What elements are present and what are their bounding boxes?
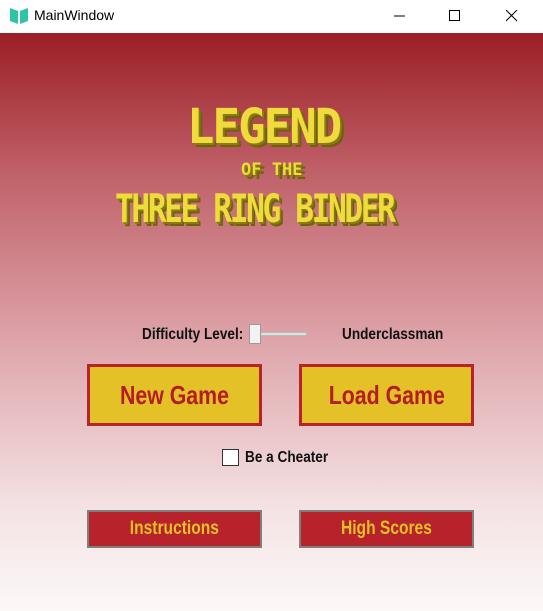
cheater-label[interactable]: Be a Cheater — [245, 449, 328, 467]
close-icon — [506, 10, 518, 22]
difficulty-slider[interactable] — [249, 323, 307, 345]
window-title: MainWindow — [34, 7, 115, 23]
load-game-label: Load Game — [328, 379, 445, 410]
high-scores-label: High Scores — [341, 518, 432, 539]
app-logo-icon — [10, 8, 28, 24]
difficulty-value: Underclassman — [342, 326, 444, 343]
high-scores-button[interactable]: High Scores — [299, 510, 474, 548]
new-game-button[interactable]: New Game — [87, 364, 262, 426]
logo-title-legend: LEGEND — [187, 99, 342, 155]
minimize-icon — [394, 15, 405, 17]
slider-handle[interactable] — [249, 324, 261, 344]
maximize-button[interactable] — [432, 0, 478, 33]
load-game-button[interactable]: Load Game — [299, 364, 474, 426]
cheater-checkbox[interactable] — [222, 449, 239, 466]
game-menu: LEGEND OF THE THREE RING BINDER Difficul… — [0, 33, 543, 611]
title-bar[interactable]: MainWindow — [0, 0, 543, 33]
instructions-button[interactable]: Instructions — [87, 510, 262, 548]
minimize-button[interactable] — [377, 0, 423, 33]
logo-title-binder: THREE RING BINDER — [115, 187, 396, 232]
difficulty-label: Difficulty Level: — [142, 326, 244, 343]
main-window: MainWindow LEGEND OF THE THREE RING BIND… — [0, 0, 543, 611]
maximize-icon — [449, 10, 460, 21]
instructions-label: Instructions — [129, 518, 220, 539]
logo-title-of-the: OF THE — [241, 160, 303, 180]
new-game-label: New Game — [119, 379, 230, 410]
close-button[interactable] — [489, 0, 535, 33]
